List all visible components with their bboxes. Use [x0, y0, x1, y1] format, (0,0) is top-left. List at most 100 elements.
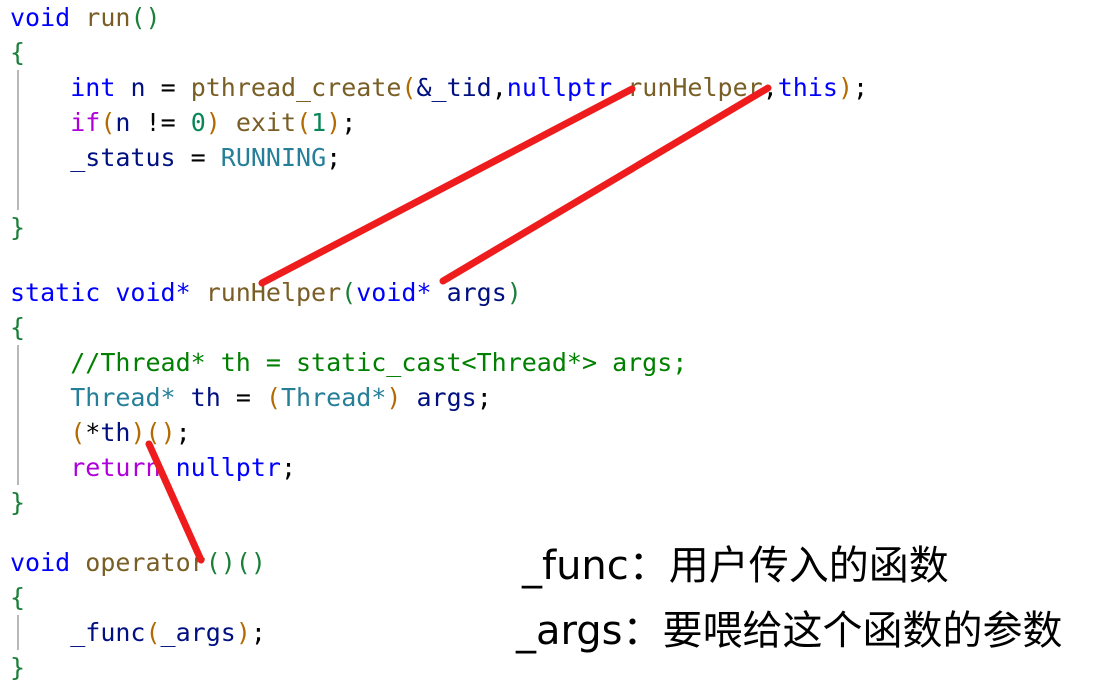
open-brace: { [10, 583, 26, 612]
argument-runhelper: runHelper [627, 73, 763, 102]
indent-guide-block-1 [17, 70, 19, 210]
variable-n: n [130, 73, 146, 102]
close-paren: ) [506, 278, 522, 307]
code-line-17: } [10, 650, 25, 685]
code-line-4: if(n != 0) exit(1); [10, 105, 356, 140]
indent-guide-block-2 [17, 345, 19, 485]
semicolon: ; [250, 618, 266, 647]
annotation-note-args: _args：要喂给这个函数的参数 [516, 608, 1063, 654]
code-line-8: { [10, 310, 25, 345]
code-line-3: int n = pthread_create(&_tid,nullptr,run… [10, 70, 868, 105]
variable-n: n [115, 108, 131, 137]
code-line-13: } [10, 485, 25, 520]
constant-nullptr: nullptr [175, 453, 281, 482]
close-paren: ) [205, 108, 221, 137]
semicolon: ; [476, 383, 492, 412]
variable-th: th [100, 418, 131, 447]
keyword-static: static [10, 278, 101, 307]
operator-assign: = [235, 383, 251, 412]
cast-type-thread: Thread* [281, 383, 387, 412]
close-paren: ) [130, 418, 146, 447]
semicolon: ; [341, 108, 357, 137]
param-type-void-pointer: void* [356, 278, 432, 307]
code-line-15: { [10, 580, 25, 615]
operator-assign: = [190, 143, 206, 172]
argument-this: this [777, 73, 838, 102]
code-line-2: { [10, 35, 25, 70]
semicolon: ; [853, 73, 869, 102]
open-paren: ( [70, 418, 86, 447]
open-paren: ( [296, 108, 312, 137]
keyword-int: int [70, 73, 116, 102]
comma: , [612, 73, 628, 102]
code-line-12: return nullptr; [10, 450, 296, 485]
close-brace: } [10, 653, 26, 682]
enum-running: RUNNING [220, 143, 327, 172]
code-line-10: Thread* th = (Thread*) args; [10, 380, 492, 415]
semicolon: ; [175, 418, 191, 447]
close-paren: ) [326, 108, 342, 137]
annotation-note-func: _func：用户传入的函数 [522, 543, 949, 589]
function-name-exit: exit [235, 108, 297, 137]
code-line-1: void run() [10, 0, 161, 35]
code-line-6: } [10, 210, 25, 245]
close-brace: } [10, 213, 26, 242]
call-parens: () [145, 418, 176, 447]
code-line-5: _status = RUNNING; [10, 140, 341, 175]
semicolon: ; [326, 143, 342, 172]
close-paren: ) [837, 73, 854, 102]
code-line-11: (*th)(); [10, 415, 191, 450]
function-name-run: run [85, 3, 131, 32]
code-line-7: static void* runHelper(void* args) [10, 275, 522, 310]
keyword-void: void [10, 548, 71, 577]
variable-args: args [416, 383, 477, 412]
open-brace: { [10, 313, 26, 342]
operator-deref: * [85, 418, 101, 447]
argument-args: _args [160, 618, 236, 647]
close-paren: ) [235, 618, 251, 647]
function-name-runhelper: runHelper [205, 278, 342, 307]
argument-nullptr: nullptr [506, 73, 613, 102]
paren-group: ()() [205, 548, 266, 577]
function-name-pthread-create: pthread_create [190, 73, 402, 102]
callee-func: _func [70, 618, 146, 647]
code-line-16: _func(_args); [10, 615, 266, 650]
number-one: 1 [311, 108, 327, 137]
open-paren: ( [401, 73, 417, 102]
open-paren: ( [341, 278, 357, 307]
keyword-if: if [70, 108, 101, 137]
close-brace: } [10, 488, 26, 517]
number-zero: 0 [190, 108, 206, 137]
semicolon: ; [280, 453, 297, 482]
argument-tid: &_tid [416, 73, 492, 102]
close-paren: ) [386, 383, 402, 412]
operator-not-equal: != [145, 108, 176, 137]
open-paren: ( [265, 383, 281, 412]
code-line-9: //Thread* th = static_cast<Thread*> args… [10, 345, 687, 380]
comment-static-cast: //Thread* th = static_cast<Thread*> args… [70, 348, 688, 377]
open-brace: { [10, 38, 26, 67]
keyword-void: void [10, 3, 71, 32]
open-paren: ( [145, 618, 161, 647]
comma: , [762, 73, 778, 102]
